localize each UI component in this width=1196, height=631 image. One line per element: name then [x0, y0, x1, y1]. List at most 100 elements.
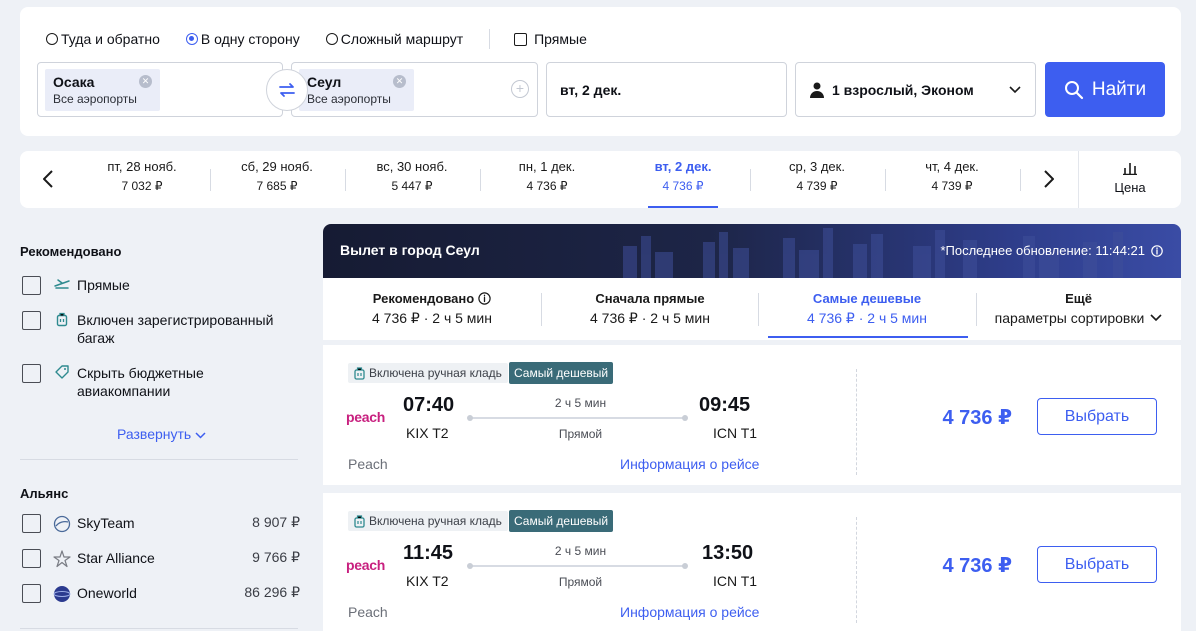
select-button[interactable]: Выбрать	[1037, 398, 1157, 435]
sort-more-tab[interactable]: Ещё параметры сортировки	[976, 291, 1181, 326]
date-option[interactable]: ср, 3 дек. 4 739 ₽	[750, 159, 884, 193]
trip-multicity-radio[interactable]: Сложный маршрут	[325, 31, 463, 47]
flight-duration: 2 ч 5 мин	[554, 544, 607, 558]
divider	[856, 369, 857, 475]
date-value: вт, 2 дек.	[560, 82, 622, 98]
results-title: Вылет в город Сеул	[340, 242, 480, 258]
plane-icon	[54, 279, 70, 289]
divider	[489, 29, 491, 49]
flight-duration: 2 ч 5 мин	[554, 396, 607, 410]
arrival-time: 09:45	[699, 394, 751, 416]
chevron-down-icon	[1009, 86, 1021, 94]
chevron-right-icon	[1044, 170, 1054, 188]
date-option[interactable]: чт, 4 дек. 4 739 ₽	[885, 159, 1019, 193]
skyteam-icon	[53, 515, 71, 533]
checkbox[interactable]	[22, 584, 41, 603]
departure-airport: KIX T2	[406, 425, 449, 441]
select-button[interactable]: Выбрать	[1037, 546, 1157, 583]
date-option[interactable]: вс, 30 нояб. 5 447 ₽	[345, 159, 479, 193]
stops-label: Прямой	[558, 575, 603, 589]
flight-price: 4 736 ₽	[942, 407, 1012, 429]
filter-checked-baggage[interactable]: Включен зарегистрированный багаж	[22, 311, 300, 347]
filter-hide-budget[interactable]: Скрыть бюджетные авиакомпании	[22, 364, 300, 400]
suitcase-icon	[56, 312, 68, 327]
stops-label: Прямой	[558, 427, 603, 441]
divider	[856, 517, 857, 623]
origin-chip: Осака Все аэропорты ✕	[45, 69, 160, 111]
cheapest-badge: Самый дешевый	[509, 362, 614, 384]
date-option[interactable]: сб, 29 нояб. 7 685 ₽	[210, 159, 344, 193]
passengers-value: 1 взрослый, Эконом	[832, 82, 974, 98]
prev-dates-button[interactable]	[36, 166, 60, 192]
checkbox[interactable]	[22, 549, 41, 568]
destination-clear-icon[interactable]: ✕	[393, 75, 406, 88]
results-header: Вылет в город Сеул *Последнее обновление…	[323, 224, 1181, 278]
trip-type-row: Туда и обратно В одну сторону Сложный ма…	[46, 29, 587, 49]
trip-oneway-radio[interactable]: В одну сторону	[185, 31, 300, 47]
alliance-title: Альянс	[20, 486, 69, 501]
find-button[interactable]: Найти	[1045, 62, 1165, 117]
divider	[20, 459, 298, 460]
filter-star-alliance[interactable]: Star Alliance 9 766 ₽	[22, 549, 300, 568]
last-updated: *Последнее обновление: 11:44:21	[940, 243, 1163, 258]
sort-direct-first-tab[interactable]: Сначала прямые 4 736 ₽ · 2 ч 5 мин	[541, 291, 759, 327]
sort-bar: Рекомендовано 4 736 ₽ · 2 ч 5 мин Сначал…	[323, 278, 1181, 340]
divider	[20, 628, 298, 629]
swap-button[interactable]	[266, 69, 308, 111]
destination-sub: Все аэропорты	[307, 92, 391, 106]
direct-checkbox[interactable]: Прямые	[514, 31, 587, 47]
trip-roundtrip-radio[interactable]: Туда и обратно	[46, 31, 160, 47]
cheapest-badge: Самый дешевый	[509, 510, 614, 532]
sort-cheapest-tab[interactable]: Самые дешевые 4 736 ₽ · 2 ч 5 мин	[758, 291, 976, 338]
chevron-down-icon	[1150, 314, 1162, 322]
departure-airport: KIX T2	[406, 573, 449, 589]
hand-luggage-tag: Включена ручная кладь	[348, 511, 508, 531]
checkbox[interactable]	[22, 276, 41, 295]
origin-clear-icon[interactable]: ✕	[139, 75, 152, 88]
star-alliance-icon	[53, 550, 71, 568]
info-icon	[478, 292, 491, 305]
destination-chip: Сеул Все аэропорты ✕	[299, 69, 414, 111]
destination-city: Сеул	[307, 74, 342, 90]
airline-name: Peach	[348, 456, 388, 472]
flight-info-link[interactable]: Информация о рейсе	[620, 604, 759, 620]
date-option[interactable]: пн, 1 дек. 4 736 ₽	[480, 159, 614, 193]
date-option-selected[interactable]: вт, 2 дек. 4 736 ₽	[616, 159, 750, 208]
arrival-airport: ICN T1	[713, 425, 758, 441]
airline-logo: peach	[346, 557, 385, 573]
bar-chart-icon	[1123, 163, 1137, 176]
checkbox[interactable]	[22, 311, 41, 330]
origin-city: Осака	[53, 74, 95, 90]
person-icon	[810, 82, 824, 98]
date-option[interactable]: пт, 28 нояб. 7 032 ₽	[75, 159, 209, 193]
checkbox[interactable]	[22, 514, 41, 533]
route-line	[467, 563, 688, 569]
info-icon	[1151, 244, 1163, 257]
filter-skyteam[interactable]: SkyTeam 8 907 ₽	[22, 514, 300, 533]
flight-card[interactable]: Включена ручная кладь Самый дешевый peac…	[323, 493, 1181, 631]
next-dates-button[interactable]	[1037, 166, 1061, 192]
arrival-airport: ICN T1	[713, 573, 758, 589]
filter-oneworld[interactable]: Oneworld 86 296 ₽	[22, 584, 300, 603]
date-field[interactable]: вт, 2 дек.	[546, 62, 787, 117]
tag-icon	[55, 365, 69, 379]
expand-link[interactable]: Развернуть	[117, 426, 206, 442]
swap-icon	[279, 83, 295, 97]
flight-price: 4 736 ₽	[942, 555, 1012, 577]
price-label: Цена	[1114, 180, 1146, 195]
filter-direct[interactable]: Прямые	[22, 276, 300, 295]
hand-luggage-tag: Включена ручная кладь	[348, 363, 508, 383]
oneworld-icon	[53, 586, 71, 602]
passengers-field[interactable]: 1 взрослый, Эконом	[795, 62, 1036, 117]
price-chart-button[interactable]: Цена	[1078, 151, 1181, 208]
destination-field[interactable]: Сеул Все аэропорты ✕ +	[291, 62, 538, 117]
sort-recommended-tab[interactable]: Рекомендовано 4 736 ₽ · 2 ч 5 мин	[323, 291, 541, 327]
suitcase-icon	[354, 366, 365, 380]
checkbox[interactable]	[22, 364, 41, 383]
origin-field[interactable]: Осака Все аэропорты ✕	[37, 62, 283, 117]
suitcase-icon	[354, 514, 365, 528]
find-label: Найти	[1091, 78, 1147, 100]
flight-card[interactable]: Включена ручная кладь Самый дешевый peac…	[323, 345, 1181, 485]
add-destination-icon[interactable]: +	[511, 80, 529, 98]
flight-info-link[interactable]: Информация о рейсе	[620, 456, 759, 472]
